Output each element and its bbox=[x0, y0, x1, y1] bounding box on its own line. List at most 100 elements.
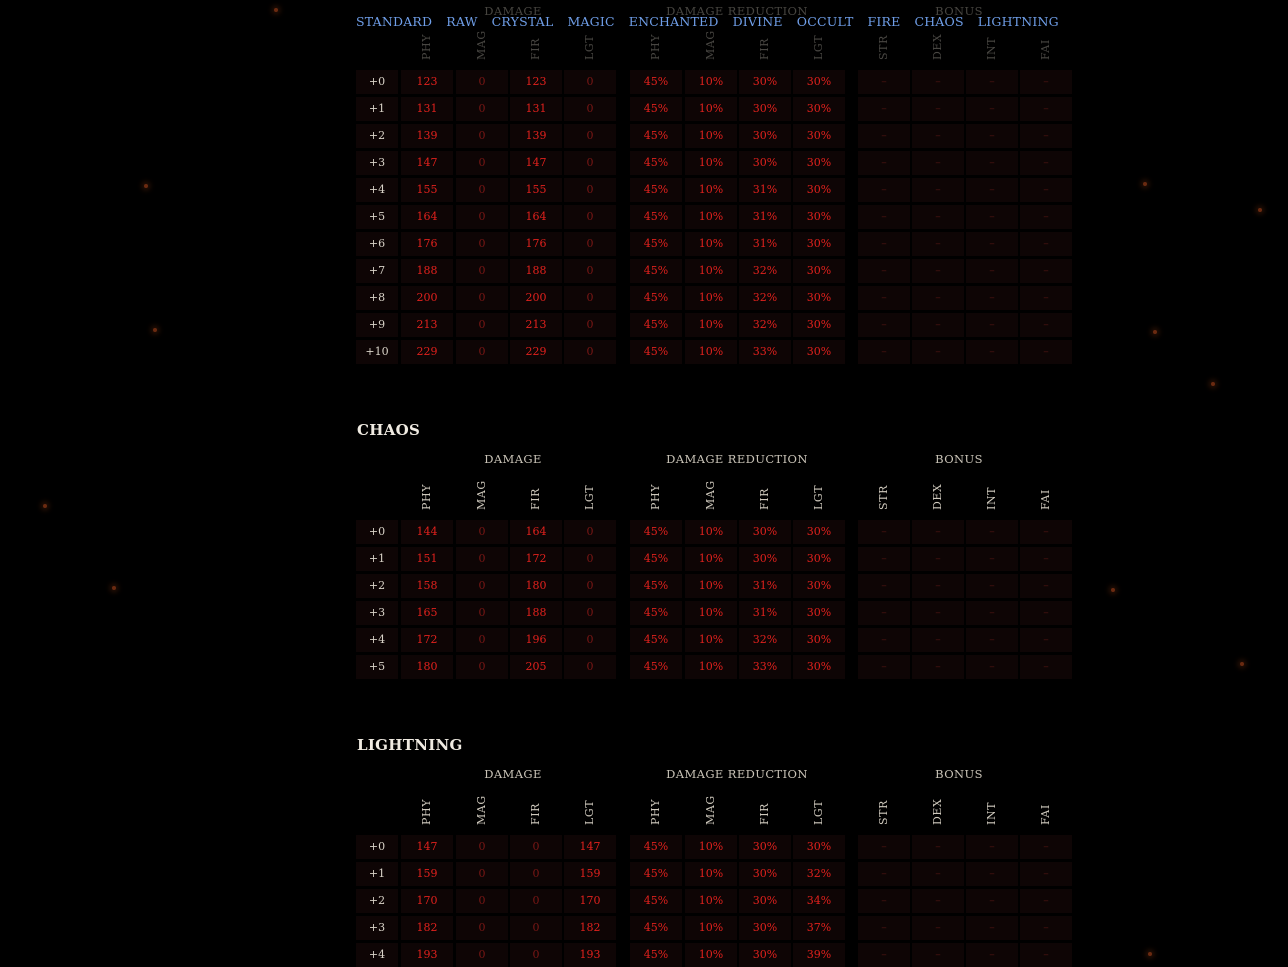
upgrade-level-cell: +5 bbox=[356, 655, 398, 679]
upgrade-level-cell: +1 bbox=[356, 97, 398, 121]
upgrade-level-cell: +3 bbox=[356, 916, 398, 940]
upgrade-level-cell: +5 bbox=[356, 205, 398, 229]
ember-particle bbox=[274, 8, 278, 12]
column-header-label: FAI bbox=[1039, 804, 1052, 825]
stat-cell: 33% bbox=[739, 655, 791, 679]
stat-cell: 155 bbox=[510, 178, 562, 202]
stat-cell: 180 bbox=[510, 574, 562, 598]
stat-cell: 0 bbox=[456, 655, 508, 679]
nav-magic[interactable]: MAGIC bbox=[567, 14, 614, 29]
stat-cell: 10% bbox=[685, 943, 737, 967]
nav-divine[interactable]: DIVINE bbox=[733, 14, 783, 29]
upgrade-level-cell: +7 bbox=[356, 259, 398, 283]
stat-cell: 147 bbox=[510, 151, 562, 175]
stat-cell: 0 bbox=[564, 70, 616, 94]
column-header: STR bbox=[858, 791, 910, 825]
table-row: +2 158 0 180 0 45% 10% 31% 30% – – – – bbox=[356, 574, 1076, 598]
nav-standard[interactable]: STANDARD bbox=[356, 14, 432, 29]
stat-cell: – bbox=[966, 628, 1018, 652]
column-header-label: FAI bbox=[1039, 489, 1052, 510]
nav-enchanted[interactable]: ENCHANTED bbox=[629, 14, 719, 29]
stat-cell: – bbox=[1020, 655, 1072, 679]
stat-cell: 0 bbox=[564, 574, 616, 598]
stat-cell: 0 bbox=[456, 943, 508, 967]
nav-crystal[interactable]: CRYSTAL bbox=[492, 14, 554, 29]
column-header: LGT bbox=[793, 791, 845, 825]
stat-cell: 147 bbox=[401, 835, 453, 859]
upgrade-level-cell: +10 bbox=[356, 340, 398, 364]
stat-cell: – bbox=[858, 916, 910, 940]
stat-cell: – bbox=[858, 547, 910, 571]
stat-cell: 31% bbox=[739, 574, 791, 598]
upgrade-level-cell: +1 bbox=[356, 547, 398, 571]
stat-cell: – bbox=[912, 124, 964, 148]
stat-cell: – bbox=[912, 70, 964, 94]
nav-chaos[interactable]: CHAOS bbox=[914, 14, 963, 29]
stat-cell: – bbox=[912, 286, 964, 310]
stat-cell: 0 bbox=[456, 520, 508, 544]
stat-cell: – bbox=[1020, 70, 1072, 94]
nav-occult[interactable]: OCCULT bbox=[797, 14, 854, 29]
column-header-label: DEX bbox=[931, 483, 944, 510]
column-header-label: LGT bbox=[583, 484, 596, 510]
stat-cell: – bbox=[912, 178, 964, 202]
column-header-label: LGT bbox=[583, 34, 596, 60]
table-row: +4 172 0 196 0 45% 10% 32% 30% – – – – bbox=[356, 628, 1076, 652]
stat-cell: – bbox=[858, 232, 910, 256]
stat-cell: – bbox=[858, 124, 910, 148]
stat-cell: 0 bbox=[564, 340, 616, 364]
stat-cell: 30% bbox=[793, 520, 845, 544]
upgrade-level-cell: +3 bbox=[356, 151, 398, 175]
stat-cell: – bbox=[858, 655, 910, 679]
stat-cell: 45% bbox=[630, 862, 682, 886]
stat-cell: 0 bbox=[456, 151, 508, 175]
column-header: FIR bbox=[510, 791, 562, 825]
stat-cell: 182 bbox=[564, 916, 616, 940]
column-header-label: PHY bbox=[420, 798, 433, 825]
stat-cell: 0 bbox=[564, 259, 616, 283]
stat-cell: – bbox=[858, 286, 910, 310]
stat-cell: 123 bbox=[510, 70, 562, 94]
column-header: FIR bbox=[739, 791, 791, 825]
stat-cell: – bbox=[966, 205, 1018, 229]
stat-cell: 205 bbox=[510, 655, 562, 679]
stat-cell: 45% bbox=[630, 916, 682, 940]
stat-cell: 10% bbox=[685, 574, 737, 598]
stat-cell: 147 bbox=[401, 151, 453, 175]
stat-cell: – bbox=[858, 151, 910, 175]
ember-particle bbox=[1258, 208, 1262, 212]
stat-cell: 0 bbox=[456, 340, 508, 364]
stat-cell: – bbox=[1020, 601, 1072, 625]
column-header: PHY bbox=[401, 26, 453, 60]
stat-cell: 10% bbox=[685, 835, 737, 859]
stat-cell: – bbox=[912, 943, 964, 967]
stat-cell: 45% bbox=[630, 835, 682, 859]
stat-cell: 144 bbox=[401, 520, 453, 544]
stat-cell: – bbox=[912, 205, 964, 229]
stat-cell: – bbox=[1020, 835, 1072, 859]
column-header: DEX bbox=[912, 476, 964, 510]
stat-cell: 45% bbox=[630, 340, 682, 364]
column-header-label: FIR bbox=[529, 802, 542, 825]
stat-cell: – bbox=[1020, 340, 1072, 364]
stat-cell: – bbox=[966, 655, 1018, 679]
column-header: FIR bbox=[739, 476, 791, 510]
stat-cell: 31% bbox=[739, 232, 791, 256]
nav-lightning[interactable]: LIGHTNING bbox=[978, 14, 1059, 29]
stat-cell: 30% bbox=[793, 178, 845, 202]
stat-cell: – bbox=[966, 70, 1018, 94]
column-header-label: LGT bbox=[812, 799, 825, 825]
column-header: MAG bbox=[456, 791, 508, 825]
stat-cell: 182 bbox=[401, 916, 453, 940]
stat-cell: 10% bbox=[685, 547, 737, 571]
stat-cell: – bbox=[1020, 286, 1072, 310]
stat-cell: 0 bbox=[564, 151, 616, 175]
stat-cell: – bbox=[1020, 628, 1072, 652]
stat-cell: 10% bbox=[685, 259, 737, 283]
stat-cell: 0 bbox=[456, 628, 508, 652]
table-row: +0 147 0 0 147 45% 10% 30% 30% – – – – bbox=[356, 835, 1076, 859]
nav-raw[interactable]: RAW bbox=[446, 14, 477, 29]
stat-cell: 30% bbox=[793, 601, 845, 625]
nav-fire[interactable]: FIRE bbox=[867, 14, 900, 29]
stat-cell: 30% bbox=[793, 232, 845, 256]
